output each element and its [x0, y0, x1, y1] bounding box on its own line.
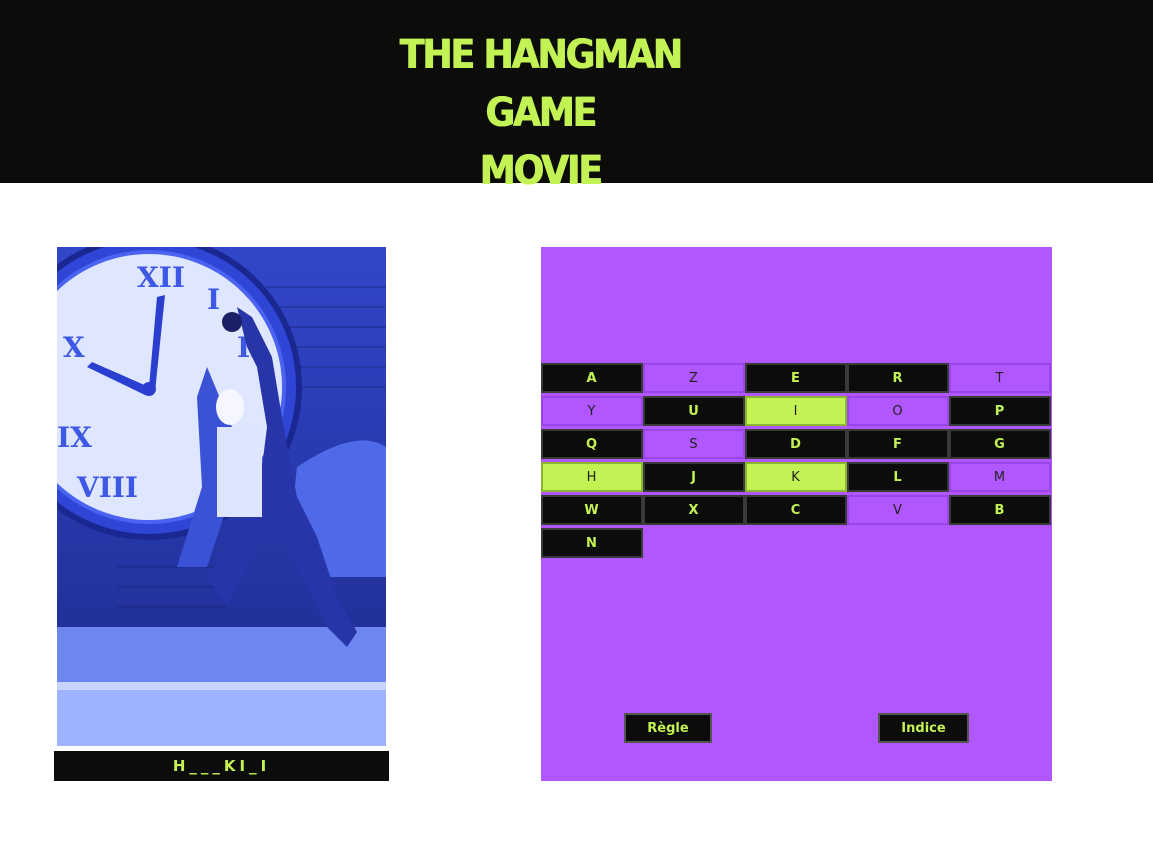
svg-text:I: I [207, 283, 220, 316]
key-b[interactable]: B [949, 495, 1051, 525]
key-f[interactable]: F [847, 429, 949, 459]
key-c[interactable]: C [745, 495, 847, 525]
title-line-2: MOVIE [479, 148, 602, 194]
rules-button[interactable]: Règle [624, 713, 712, 743]
key-x[interactable]: X [643, 495, 745, 525]
key-s[interactable]: S [643, 429, 745, 459]
page-header: THE HANGMAN GAME MOVIE [0, 0, 1153, 194]
svg-text:X: X [63, 331, 85, 364]
svg-text:IX: IX [57, 421, 92, 454]
key-k[interactable]: K [745, 462, 847, 492]
key-y[interactable]: Y [541, 396, 643, 426]
key-o[interactable]: O [847, 396, 949, 426]
key-j[interactable]: J [643, 462, 745, 492]
key-g[interactable]: G [949, 429, 1051, 459]
key-n[interactable]: N [541, 528, 643, 558]
key-h[interactable]: H [541, 462, 643, 492]
hint-button[interactable]: Indice [878, 713, 969, 743]
key-q[interactable]: Q [541, 429, 643, 459]
svg-text:XII: XII [137, 261, 185, 294]
key-r[interactable]: R [847, 363, 949, 393]
key-v[interactable]: V [847, 495, 949, 525]
key-w[interactable]: W [541, 495, 643, 525]
key-m[interactable]: M [949, 462, 1051, 492]
key-d[interactable]: D [745, 429, 847, 459]
masked-word: H___KI_I [54, 751, 389, 781]
svg-text:VIII: VIII [76, 471, 138, 504]
key-e[interactable]: E [745, 363, 847, 393]
key-u[interactable]: U [643, 396, 745, 426]
title-line-1: THE HANGMAN GAME [399, 32, 682, 136]
key-p[interactable]: P [949, 396, 1051, 426]
key-z[interactable]: Z [643, 363, 745, 393]
clock-tower-scene-icon: XII I II X IX VIII [57, 247, 386, 746]
key-i[interactable]: I [745, 396, 847, 426]
page-title: THE HANGMAN GAME MOVIE [340, 26, 740, 200]
game-panel: AZERT YUIOP QSDFG HJKLM WXCVB N Règle Indice [541, 247, 1052, 781]
movie-hint-image: XII I II X IX VIII [57, 247, 386, 746]
key-t[interactable]: T [949, 363, 1051, 393]
key-l[interactable]: L [847, 462, 949, 492]
key-a[interactable]: A [541, 363, 643, 393]
letter-keyboard: AZERT YUIOP QSDFG HJKLM WXCVB N [541, 363, 1052, 561]
